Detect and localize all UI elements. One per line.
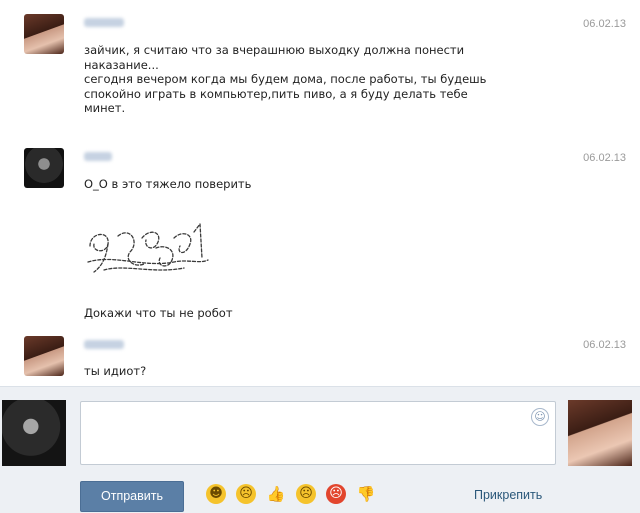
message-3: 06.02.13 ты идиот? (0, 330, 640, 386)
smile-icon[interactable]: ☺ (531, 408, 549, 426)
attach-link[interactable]: Прикрепить (474, 488, 542, 502)
message-text: ты идиот? (84, 364, 147, 378)
message-date: 06.02.13 (583, 339, 626, 351)
message-date: 06.02.13 (583, 152, 626, 164)
message-text: Докажи что ты не робот (84, 306, 233, 320)
message-line: спокойно играть в компьютер,пить пиво, а… (84, 86, 468, 101)
message-line: минет. (84, 101, 126, 115)
message-input[interactable]: ☺ (80, 401, 556, 465)
smile-icon[interactable]: ☻ (206, 484, 226, 504)
sender-avatar[interactable] (24, 148, 64, 188)
neutral-face-icon[interactable]: ☹ (236, 484, 256, 504)
captcha-image (87, 222, 209, 273)
thumbs-up-icon[interactable]: 👍 (266, 484, 286, 504)
message-date: 06.02.13 (583, 18, 626, 30)
sender-name-blurred[interactable] (84, 340, 124, 349)
message-line: сегодня вечером когда мы будем дома, пос… (84, 72, 487, 86)
message-line: зайчик, я считаю что за вчерашнюю выходк… (84, 43, 465, 57)
message-text: зайчик, я считаю что за вчерашнюю выходк… (84, 43, 554, 116)
angry-face-icon[interactable]: ☹ (326, 484, 346, 504)
sender-name-blurred[interactable] (84, 152, 112, 161)
message-line: наказание... (84, 57, 159, 72)
my-avatar[interactable] (2, 400, 66, 466)
message-text: О_О в это тяжело поверить (84, 177, 252, 191)
send-button[interactable]: Отправить (80, 481, 184, 512)
scared-face-icon[interactable]: ☹ (296, 484, 316, 504)
message-1: 06.02.13 зайчик, я считаю что за вчерашн… (0, 0, 640, 140)
peer-avatar[interactable] (568, 400, 632, 466)
sender-name-blurred[interactable] (84, 18, 124, 27)
sender-avatar[interactable] (24, 14, 64, 54)
thumbs-down-icon[interactable]: 👎 (356, 484, 376, 504)
sender-avatar[interactable] (24, 336, 64, 376)
